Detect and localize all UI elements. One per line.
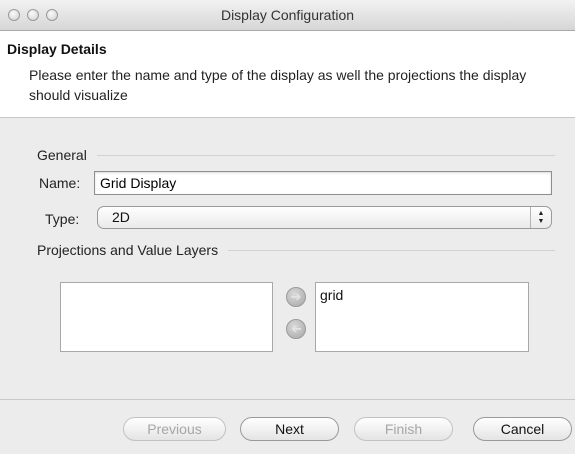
available-layers-list[interactable] [60,282,273,352]
projections-group-label: Projections and Value Layers [37,240,555,260]
name-input[interactable] [94,171,552,195]
next-button[interactable]: Next [240,417,339,441]
general-group-label: General [37,145,555,165]
type-select[interactable]: 2D ▲ ▼ [97,206,552,229]
header-description: Please enter the name and type of the di… [29,67,527,103]
finish-button[interactable]: Finish [354,417,453,441]
type-label: Type: [45,211,80,227]
arrow-right-icon: ➔ [290,289,302,304]
dialog-header: Display Details Please enter the name an… [0,31,575,118]
projections-group-text: Projections and Value Layers [37,242,219,258]
arrow-left-icon: ➔ [290,321,302,336]
selected-layers-list[interactable]: grid [315,282,529,352]
dialog-window: Display Configuration Display Details Pl… [0,0,575,454]
select-arrows-icon: ▲ ▼ [530,207,551,228]
previous-button[interactable]: Previous [123,417,226,441]
move-left-button[interactable]: ➔ [286,319,306,339]
group-divider [96,154,555,156]
general-group-text: General [37,147,87,163]
cancel-button[interactable]: Cancel [473,417,572,441]
header-title: Display Details [7,41,107,57]
group-divider [228,249,555,251]
window-title: Display Configuration [220,7,355,23]
move-right-button[interactable]: ➔ [286,287,306,307]
type-selected-value: 2D [112,209,130,225]
name-label: Name: [39,175,81,191]
button-bar-divider [0,399,575,400]
list-item[interactable]: grid [316,283,528,307]
title-bar: Display Configuration [0,0,575,31]
